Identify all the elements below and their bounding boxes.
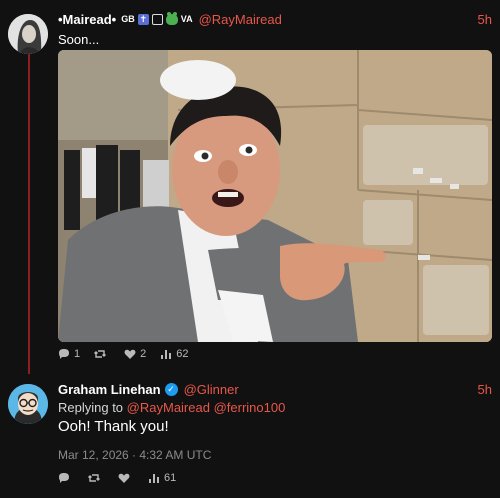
like-count: 2	[140, 348, 147, 360]
retweet-icon	[94, 350, 107, 358]
replying-to: Replying to @RayMairead @ferrino100	[58, 400, 285, 415]
va-flag-icon: VA	[180, 14, 193, 24]
replying-to-label: Replying to	[58, 400, 124, 415]
tweet-date[interactable]: Mar 12, 2026 · 4:32 AM UTC	[58, 448, 211, 462]
flag-icon	[151, 13, 163, 25]
reply-button[interactable]	[58, 472, 74, 484]
avatar[interactable]	[8, 14, 48, 54]
view-count: 61	[164, 472, 177, 484]
retweet-icon	[88, 474, 100, 482]
view-count: 62	[176, 348, 189, 360]
display-name[interactable]: Graham Linehan	[58, 382, 161, 397]
timestamp[interactable]: 5h	[478, 382, 492, 397]
reply-count: 1	[74, 348, 81, 360]
tweet-text: Soon...	[58, 32, 100, 47]
views-button[interactable]: 62	[160, 348, 189, 360]
timestamp[interactable]: 5h	[478, 12, 492, 27]
reply-icon	[59, 349, 69, 359]
verified-badge-icon: ✓	[164, 382, 178, 396]
retweet-button[interactable]	[94, 348, 110, 360]
views-icon	[149, 474, 159, 483]
views-button[interactable]: 61	[148, 472, 176, 484]
reply-icon	[59, 473, 69, 483]
mention-link[interactable]: @RayMairead	[127, 400, 210, 415]
mention-link[interactable]: @ferrino100	[214, 400, 286, 415]
like-button[interactable]	[118, 472, 134, 484]
tweet-actions: 1 2 62	[58, 348, 203, 360]
retweet-button[interactable]	[88, 472, 104, 484]
frog-icon	[165, 11, 178, 25]
like-button[interactable]: 2	[124, 348, 146, 360]
reply-button[interactable]: 1	[58, 348, 80, 360]
handle[interactable]: @RayMairead	[199, 12, 282, 27]
avatar[interactable]	[8, 384, 48, 424]
tweet-text: Ooh! Thank you!	[58, 418, 169, 435]
handle[interactable]: @Glinner	[184, 382, 239, 397]
gb-flag-icon: GB	[121, 14, 135, 24]
tweet-header: Graham Linehan ✓ @Glinner 5h	[58, 380, 492, 398]
tweet[interactable]: Graham Linehan ✓ @Glinner 5h Replying to…	[0, 374, 500, 498]
views-icon	[161, 350, 172, 359]
heart-icon	[124, 349, 136, 359]
heart-icon	[118, 473, 130, 483]
tweet-photo[interactable]	[58, 50, 492, 342]
display-name[interactable]: •Mairead•	[58, 12, 116, 27]
cross-icon: ✝	[137, 13, 149, 25]
flair-icons: GB ✝ VA	[121, 11, 193, 25]
tweet[interactable]: •Mairead• GB ✝ VA @RayMairead 5h Soon...	[0, 0, 500, 374]
tweet-header: •Mairead• GB ✝ VA @RayMairead 5h	[58, 10, 492, 28]
tweet-actions: 61	[58, 472, 190, 484]
